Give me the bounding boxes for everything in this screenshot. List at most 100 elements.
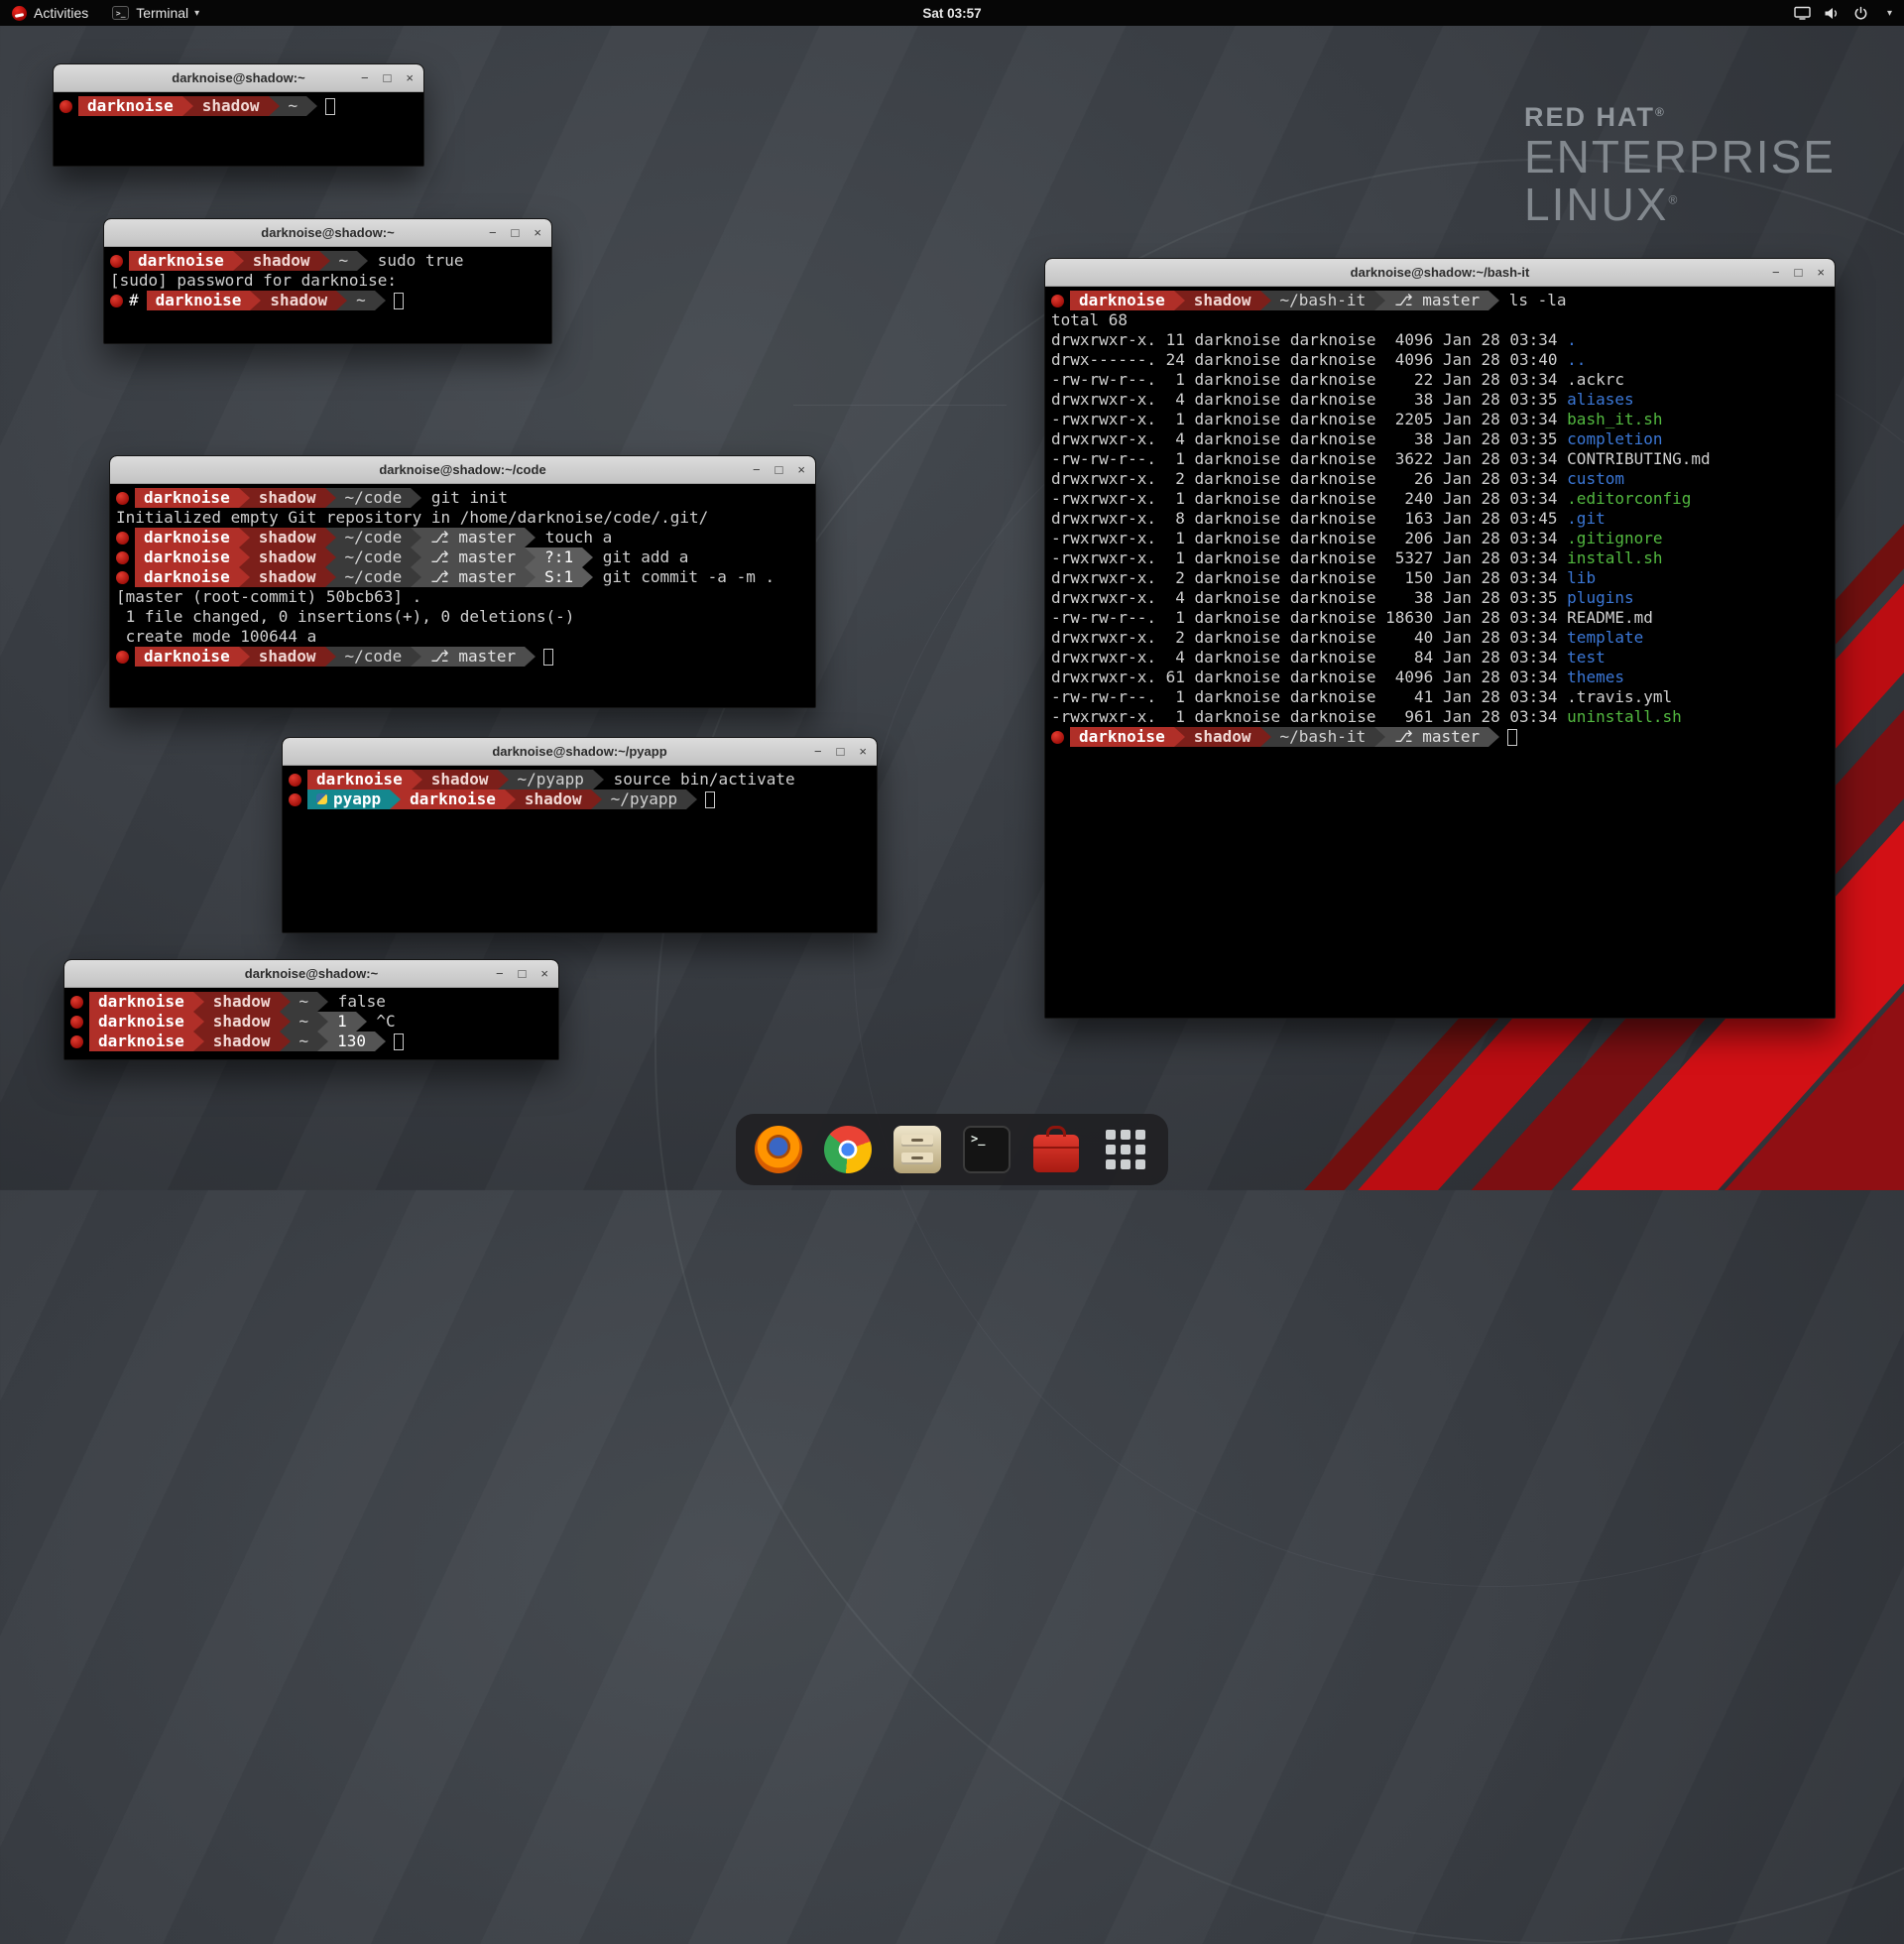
close-button[interactable]: × [797, 463, 805, 476]
close-button[interactable]: × [534, 226, 541, 239]
window-title: darknoise@shadow:~ [245, 966, 378, 981]
dock-firefox[interactable] [754, 1125, 803, 1174]
close-button[interactable]: × [540, 967, 548, 980]
prompt-segment-user: darknoise [1070, 727, 1174, 747]
display-icon[interactable] [1794, 6, 1811, 20]
terminal-content[interactable]: darknoiseshadow~ falsedarknoiseshadow~1 … [64, 988, 558, 1059]
terminal-content[interactable]: darknoiseshadow~ [54, 92, 423, 166]
segment-arrow-icon [280, 1032, 291, 1051]
maximize-button[interactable]: □ [519, 967, 527, 980]
close-button[interactable]: × [859, 745, 867, 758]
terminal-line: -rwxrwxr-x. 1 darknoise darknoise 961 Ja… [1051, 707, 1835, 727]
maximize-button[interactable]: □ [1795, 266, 1803, 279]
terminal-content[interactable]: darknoiseshadow~/pyapp source bin/activa… [283, 766, 877, 932]
chevron-down-icon[interactable]: ▾ [1887, 8, 1892, 19]
terminal-cursor [394, 293, 404, 309]
prompt-segment-path: ~ [291, 1012, 318, 1032]
minimize-button[interactable]: − [1772, 266, 1780, 279]
prompt-segment-git: ⎇ master [1385, 727, 1488, 747]
file-meta: drwxrwxr-x. 2 darknoise darknoise 150 Ja… [1051, 568, 1567, 587]
prompt-segment-host: shadow [422, 770, 498, 790]
file-name: .ackrc [1567, 370, 1624, 389]
file-meta: -rw-rw-r--. 1 darknoise darknoise 3622 J… [1051, 449, 1567, 468]
prompt-segment-user: darknoise [78, 96, 182, 116]
prompt-segment-path: ~/bash-it [1271, 291, 1375, 310]
dock-toolbox[interactable] [1031, 1125, 1081, 1174]
minimize-button[interactable]: − [361, 71, 369, 84]
prompt-segment-user: darknoise [89, 1012, 193, 1032]
clock[interactable]: Sat 03:57 [922, 6, 981, 21]
power-icon[interactable] [1853, 6, 1868, 21]
terminal-line: darknoiseshadow~ [60, 96, 423, 116]
file-meta: -rw-rw-r--. 1 darknoise darknoise 41 Jan… [1051, 687, 1567, 706]
segment-arrow-icon [325, 547, 336, 567]
window-titlebar[interactable]: darknoise@shadow:~/pyapp − □ × [283, 738, 877, 766]
file-meta: -rwxrwxr-x. 1 darknoise darknoise 961 Ja… [1051, 707, 1567, 726]
terminal-line: darknoiseshadow~/code⎇ master touch a [116, 528, 815, 547]
terminal-content[interactable]: darknoiseshadow~ sudo true[sudo] passwor… [104, 247, 551, 343]
window-title: darknoise@shadow:~/pyapp [492, 744, 666, 759]
file-name: completion [1567, 429, 1662, 448]
redhat-icon [116, 492, 129, 505]
dock-terminal[interactable]: >_ [962, 1125, 1012, 1174]
terminal-window: darknoise@shadow:~ − □ × darknoiseshadow~ fa… [63, 959, 559, 1060]
prompt-segment-status: S:1 [536, 567, 582, 587]
brand-line-1: RED HAT® [1524, 102, 1836, 133]
terminal-line: drwx------. 24 darknoise darknoise 4096 … [1051, 350, 1835, 370]
dock-chrome[interactable] [823, 1125, 873, 1174]
terminal-line: drwxrwxr-x. 61 darknoise darknoise 4096 … [1051, 668, 1835, 687]
close-button[interactable]: × [1817, 266, 1825, 279]
window-titlebar[interactable]: darknoise@shadow:~/code−□× [110, 456, 815, 484]
file-meta: drwxrwxr-x. 4 darknoise darknoise 84 Jan… [1051, 648, 1567, 667]
close-button[interactable]: × [406, 71, 414, 84]
file-meta: -rw-rw-r--. 1 darknoise darknoise 22 Jan… [1051, 370, 1567, 389]
terminal-line: Initialized empty Git repository in /hom… [116, 508, 815, 528]
terminal-window: darknoise@shadow:~ − □ × darknoiseshadow~ [53, 63, 424, 167]
window-titlebar[interactable]: darknoise@shadow:~ − □ × [64, 960, 558, 988]
window-title: darknoise@shadow:~ [172, 70, 304, 85]
segment-arrow-icon [325, 567, 336, 587]
window-titlebar[interactable]: darknoise@shadow:~−□× [104, 219, 551, 247]
prompt-segment-user: darknoise [135, 528, 239, 547]
app-menu-button[interactable]: >_ Terminal ▾ [100, 0, 211, 26]
maximize-button[interactable]: □ [384, 71, 392, 84]
window-titlebar[interactable]: darknoise@shadow:~/bash-it−□× [1045, 259, 1835, 287]
window-titlebar[interactable]: darknoise@shadow:~ − □ × [54, 64, 423, 92]
minimize-button[interactable]: − [489, 226, 497, 239]
maximize-button[interactable]: □ [837, 745, 845, 758]
terminal-content[interactable]: darknoiseshadow~/code git initInitialize… [110, 484, 815, 707]
dock-app-grid[interactable] [1101, 1125, 1150, 1174]
segment-arrow-icon [317, 1032, 328, 1051]
segment-arrow-icon [686, 790, 697, 809]
file-meta: -rwxrwxr-x. 1 darknoise darknoise 5327 J… [1051, 548, 1567, 567]
segment-arrow-icon [239, 567, 250, 587]
segment-arrow-icon [239, 547, 250, 567]
segment-arrow-icon [411, 488, 421, 508]
minimize-button[interactable]: − [753, 463, 761, 476]
terminal-cursor [705, 791, 715, 808]
segment-arrow-icon [1488, 291, 1499, 310]
segment-arrow-icon [250, 291, 261, 310]
terminal-content[interactable]: darknoiseshadow~/bash-it⎇ master ls -lat… [1045, 287, 1835, 1018]
file-meta: -rwxrwxr-x. 1 darknoise darknoise 240 Ja… [1051, 489, 1567, 508]
minimize-button[interactable]: − [814, 745, 822, 758]
file-name: uninstall.sh [1567, 707, 1682, 726]
volume-icon[interactable] [1824, 6, 1841, 21]
file-meta: -rwxrwxr-x. 1 darknoise darknoise 2205 J… [1051, 410, 1567, 428]
window-controls: − □ × [496, 960, 548, 987]
terminal-line: -rwxrwxr-x. 1 darknoise darknoise 5327 J… [1051, 548, 1835, 568]
activities-button[interactable]: Activities [0, 0, 100, 26]
maximize-button[interactable]: □ [512, 226, 520, 239]
minimize-button[interactable]: − [496, 967, 504, 980]
app-menu-label: Terminal [136, 5, 188, 21]
prompt-segment-path: ~/code [336, 547, 412, 567]
maximize-button[interactable]: □ [775, 463, 783, 476]
prompt-segment-user: darknoise [307, 770, 412, 790]
dock-files[interactable] [892, 1125, 942, 1174]
prompt-segment-host: shadow [1185, 727, 1260, 747]
segment-arrow-icon [1374, 291, 1385, 310]
terminal-line: pyappdarknoiseshadow~/pyapp [289, 790, 877, 809]
toolbox-icon [1033, 1135, 1079, 1172]
segment-arrow-icon [233, 251, 244, 271]
system-menu[interactable]: ▾ [1794, 0, 1904, 26]
